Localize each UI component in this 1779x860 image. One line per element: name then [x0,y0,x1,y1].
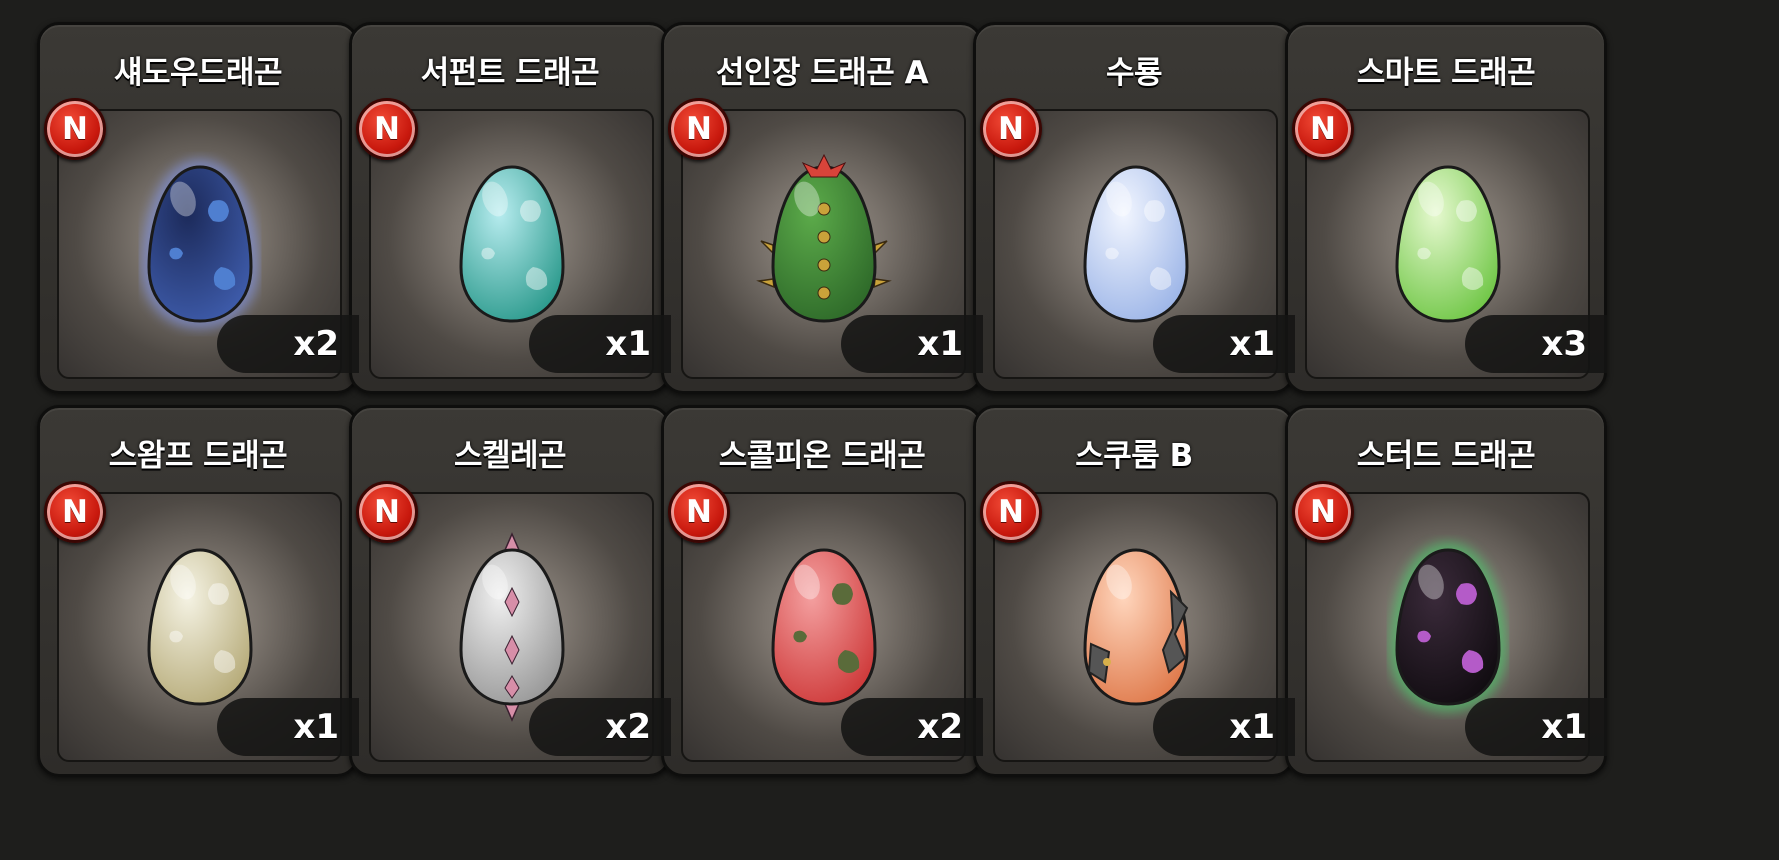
new-badge: N [980,481,1042,543]
egg-name: 스마트 드래곤 [1356,55,1536,91]
cactus-dragon-egg-icon [755,153,892,323]
egg-name: 스쿠룸 B [1075,438,1193,474]
quantity-badge: x1 [1153,698,1295,756]
egg-name: 스터드 드래곤 [1356,438,1536,474]
egg-card[interactable]: 스켈레곤 Nx2 [349,405,671,777]
new-badge: N [356,481,418,543]
new-badge-label: N [998,110,1024,147]
quantity-label: x1 [293,707,339,747]
egg-card[interactable]: 스쿠룸 B Nx1 [973,405,1295,777]
quantity-badge: x2 [841,698,983,756]
egg-name: 스콜피온 드래곤 [718,438,926,474]
new-badge: N [668,481,730,543]
new-badge-label: N [686,110,712,147]
quantity-label: x3 [1541,324,1587,364]
new-badge-label: N [1310,110,1336,147]
scroom-b-egg-icon [1082,548,1189,706]
new-badge: N [44,481,106,543]
quantity-badge: x1 [217,698,359,756]
egg-name: 수룡 [1105,55,1163,91]
skelegon-egg-icon [458,532,565,722]
quantity-badge: x1 [1465,698,1607,756]
stud-dragon-egg-icon [1389,542,1506,712]
quantity-badge: x2 [217,315,359,373]
quantity-badge: x2 [529,698,671,756]
quantity-label: x1 [1229,707,1275,747]
new-badge-label: N [1310,493,1336,530]
new-badge: N [1292,98,1354,160]
quantity-label: x1 [605,324,651,364]
new-badge: N [980,98,1042,160]
egg-card[interactable]: 선인장 드래곤 A Nx1 [661,22,983,394]
new-badge: N [44,98,106,160]
egg-name: 스켈레곤 [453,438,567,474]
egg-name: 서펀트 드래곤 [420,55,600,91]
smart-dragon-egg-icon [1394,165,1501,323]
egg-name: 스왐프 드래곤 [108,438,288,474]
new-badge: N [668,98,730,160]
egg-card[interactable]: 섀도우드래곤 Nx2 [37,22,359,394]
new-badge-label: N [686,493,712,530]
new-badge-label: N [62,493,88,530]
egg-card[interactable]: 스왐프 드래곤 Nx1 [37,405,359,777]
new-badge-label: N [374,493,400,530]
quantity-label: x1 [1229,324,1275,364]
swamp-dragon-egg-icon [146,548,253,706]
new-badge-label: N [998,493,1024,530]
egg-card[interactable]: 수룡 Nx1 [973,22,1295,394]
quantity-badge: x3 [1465,315,1607,373]
new-badge-label: N [62,110,88,147]
egg-name: 섀도우드래곤 [113,55,283,91]
egg-card[interactable]: 스마트 드래곤 Nx3 [1285,22,1607,394]
shadow-dragon-egg-icon [141,159,258,329]
egg-card[interactable]: 스터드 드래곤 Nx1 [1285,405,1607,777]
quantity-label: x2 [293,324,339,364]
quantity-badge: x1 [841,315,983,373]
water-dragon-egg-icon [1082,165,1189,323]
quantity-badge: x1 [529,315,671,373]
new-badge-label: N [374,110,400,147]
serpent-dragon-egg-icon [458,165,565,323]
new-badge: N [356,98,418,160]
egg-inventory-grid: 섀도우드래곤 Nx2 서펀트 드래곤 Nx1 선인장 드래곤 A N x1 수룡… [0,0,1779,860]
egg-name: 선인장 드래곤 A [715,55,929,91]
quantity-label: x2 [917,707,963,747]
scorpion-dragon-egg-icon [770,548,877,706]
quantity-label: x1 [917,324,963,364]
quantity-label: x1 [1541,707,1587,747]
egg-card[interactable]: 스콜피온 드래곤 Nx2 [661,405,983,777]
quantity-label: x2 [605,707,651,747]
new-badge: N [1292,481,1354,543]
egg-card[interactable]: 서펀트 드래곤 Nx1 [349,22,671,394]
quantity-badge: x1 [1153,315,1295,373]
